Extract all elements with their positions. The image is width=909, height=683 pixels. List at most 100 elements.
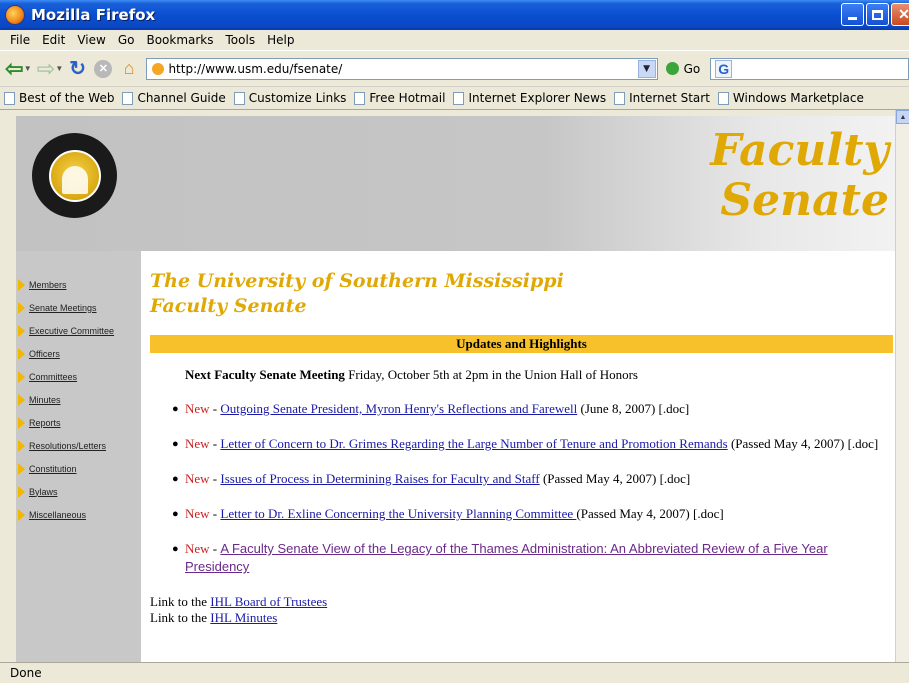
reload-button[interactable]: ↻ (66, 57, 89, 81)
vertical-scrollbar[interactable]: ▲ (895, 110, 909, 662)
content-border (0, 110, 16, 662)
close-icon: ✕ (898, 6, 909, 22)
new-badge: New (185, 506, 210, 521)
arrow-right-icon (18, 462, 25, 475)
sidebar-item-executive-committee[interactable]: Executive Committee (16, 319, 141, 342)
list-item-text: New - Outgoing Senate President, Myron H… (185, 401, 690, 416)
bookmark-item[interactable]: Internet Explorer News (453, 91, 606, 105)
footer-link-prefix: Link to the (150, 610, 211, 625)
sidebar-item-label: Minutes (29, 394, 61, 405)
bullet-icon: ● (172, 508, 179, 520)
item-link[interactable]: Letter to Dr. Exline Concerning the Univ… (220, 506, 576, 521)
ihl-board-link[interactable]: IHL Board of Trustees (210, 594, 327, 609)
university-seal-logo (32, 133, 117, 218)
search-box[interactable]: G (710, 57, 909, 80)
sidebar-item-bylaws[interactable]: Bylaws (16, 480, 141, 503)
close-button[interactable]: ✕ (891, 3, 909, 26)
bookmarks-toolbar: Best of the Web Channel Guide Customize … (0, 86, 909, 110)
footer-links: Link to the IHL Board of Trustees Link t… (150, 594, 895, 626)
maximize-button[interactable] (866, 3, 889, 26)
google-search-icon[interactable]: G (715, 59, 733, 78)
arrow-right-icon (18, 508, 25, 521)
sidebar-item-label: Bylaws (29, 486, 58, 497)
list-item-text: New - Letter to Dr. Exline Concerning th… (185, 506, 724, 521)
page-title: The University of Southern Mississippi F… (150, 269, 895, 319)
bookmark-item[interactable]: Internet Start (614, 91, 710, 105)
back-dropdown-icon[interactable]: ▼ (24, 64, 32, 73)
new-badge: New (185, 401, 210, 416)
sidebar-item-label: Resolutions/Letters (29, 440, 107, 451)
stop-icon: ✕ (94, 59, 113, 78)
footer-link-row: Link to the IHL Board of Trustees (150, 594, 895, 610)
forward-dropdown-icon[interactable]: ▼ (55, 64, 63, 73)
back-arrow-icon: ⇦ (5, 55, 24, 81)
arrow-right-icon (18, 370, 25, 383)
address-bar[interactable]: http://www.usm.edu/fsenate/ ▼ (146, 57, 658, 80)
stop-button[interactable]: ✕ (92, 57, 115, 81)
list-item: ● New - Letter to Dr. Exline Concerning … (172, 505, 895, 523)
menu-view[interactable]: View (71, 33, 111, 47)
bookmark-item[interactable]: Free Hotmail (354, 91, 445, 105)
item-link[interactable]: A Faculty Senate View of the Legacy of t… (185, 541, 828, 574)
seal-center (48, 149, 101, 202)
menu-go[interactable]: Go (112, 33, 141, 47)
menu-edit[interactable]: Edit (36, 33, 71, 47)
sidebar-item-members[interactable]: Members (16, 273, 141, 296)
url-text: http://www.usm.edu/fsenate/ (168, 61, 343, 76)
menu-help[interactable]: Help (261, 33, 300, 47)
navigation-toolbar: ⇦ ▼ ⇨ ▼ ↻ ✕ ⌂ http://www.usm.edu/fsenate… (0, 50, 909, 86)
menu-bookmarks[interactable]: Bookmarks (140, 33, 219, 47)
bookmark-item[interactable]: Customize Links (233, 91, 346, 105)
page-icon (354, 91, 366, 105)
menu-tools[interactable]: Tools (220, 33, 262, 47)
list-item: ● New - Outgoing Senate President, Myron… (172, 400, 895, 418)
sidebar-item-label: Officers (29, 348, 60, 359)
sidebar-item-minutes[interactable]: Minutes (16, 388, 141, 411)
menu-file[interactable]: File (0, 33, 36, 47)
sidebar-item-officers[interactable]: Officers (16, 342, 141, 365)
sidebar-item-label: Committees (29, 371, 78, 382)
next-meeting-label: Next Faculty Senate Meeting (185, 367, 345, 382)
url-dropdown-icon[interactable]: ▼ (637, 59, 656, 78)
bookmark-item[interactable]: Channel Guide (122, 91, 226, 105)
item-link[interactable]: Outgoing Senate President, Myron Henry's… (220, 401, 577, 416)
footer-link-row: Link to the IHL Minutes (150, 610, 895, 626)
sidebar-item-committees[interactable]: Committees (16, 365, 141, 388)
sidebar-item-senate-meetings[interactable]: Senate Meetings (16, 296, 141, 319)
item-link[interactable]: Letter of Concern to Dr. Grimes Regardin… (220, 436, 727, 451)
highlights-header: Updates and Highlights (150, 335, 893, 353)
sidebar-item-resolutions-letters[interactable]: Resolutions/Letters (16, 434, 141, 457)
arrow-right-icon (18, 278, 25, 291)
menu-bar: File Edit View Go Bookmarks Tools Help (0, 30, 909, 50)
list-item: ● New - Letter of Concern to Dr. Grimes … (172, 435, 895, 453)
list-item: ● New - Issues of Process in Determining… (172, 470, 895, 488)
arrow-right-icon (18, 485, 25, 498)
next-meeting-notice: Next Faculty Senate Meeting Friday, Octo… (185, 367, 895, 383)
sidebar-item-constitution[interactable]: Constitution (16, 457, 141, 480)
browser-window: Mozilla Firefox ✕ File Edit View Go Book… (0, 0, 909, 683)
forward-button[interactable]: ⇨ (35, 56, 58, 81)
bullet-icon: ● (172, 403, 179, 415)
arrow-right-icon (18, 347, 25, 360)
ihl-minutes-link[interactable]: IHL Minutes (210, 610, 277, 625)
minimize-icon (848, 17, 857, 20)
item-suffix: (Passed May 4, 2007) [.doc] (727, 436, 879, 451)
maximize-icon (872, 9, 883, 20)
bookmark-item[interactable]: Windows Marketplace (717, 91, 864, 105)
bookmark-item[interactable]: Best of the Web (4, 91, 114, 105)
page-title-line2: Faculty Senate (150, 295, 307, 317)
page-title-line1: The University of Southern Mississippi (150, 270, 564, 292)
sidebar-item-miscellaneous[interactable]: Miscellaneous (16, 503, 141, 526)
bullet-icon: ● (172, 473, 179, 485)
back-button[interactable]: ⇦ (3, 55, 26, 81)
go-button[interactable]: Go (665, 62, 700, 76)
scroll-up-icon[interactable]: ▲ (896, 110, 909, 124)
item-link[interactable]: Issues of Process in Determining Raises … (220, 471, 539, 486)
page-icon (453, 91, 465, 105)
sidebar-item-reports[interactable]: Reports (16, 411, 141, 434)
home-button[interactable]: ⌂ (118, 57, 141, 81)
header-title: Faculty Senate (710, 126, 889, 226)
sidebar-nav: Members Senate Meetings Executive Commit… (16, 251, 141, 662)
sidebar-item-label: Members (29, 279, 67, 290)
minimize-button[interactable] (841, 3, 864, 26)
